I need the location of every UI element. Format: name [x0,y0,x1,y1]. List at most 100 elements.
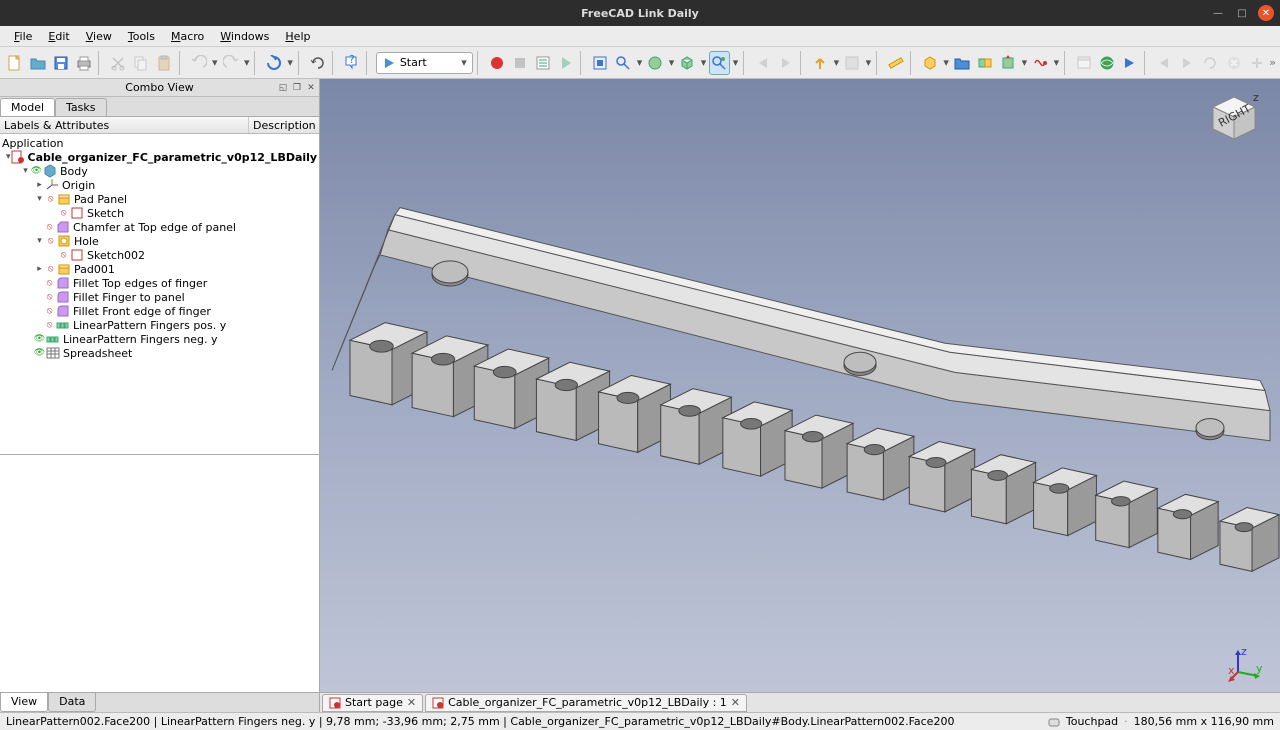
drawstyle-dropdown[interactable]: ▾ [668,56,675,69]
measure-button[interactable] [885,51,906,75]
tab-model[interactable]: Model [0,98,55,116]
linksel-dropdown[interactable]: ▾ [865,56,872,69]
panel-float-button[interactable]: ◱ [277,82,289,94]
group-button[interactable] [952,51,973,75]
link-select-button[interactable] [842,51,863,75]
toolbar-overflow[interactable]: » [1269,56,1276,69]
minimize-button[interactable]: — [1210,5,1226,21]
macro-stop-button[interactable] [509,51,530,75]
nav-prev-button[interactable] [1154,51,1175,75]
tree-body[interactable]: ▾ 👁 Body [0,164,319,178]
visibility-icon[interactable]: 👁 [34,348,45,359]
visibility-icon[interactable]: ⦸ [45,194,56,205]
tree-fillet-front[interactable]: ⦸ Fillet Front edge of finger [0,304,319,318]
menu-view[interactable]: View [78,28,120,45]
expand-toggle[interactable]: ▸ [34,180,45,190]
part-button[interactable] [920,51,941,75]
tree-header-labels[interactable]: Labels & Attributes [0,117,249,133]
view-iso-button[interactable] [709,51,730,75]
menu-windows[interactable]: Windows [212,28,277,45]
tab-data[interactable]: Data [48,693,96,712]
varset-dropdown[interactable]: ▾ [1053,56,1060,69]
tree-sketch002[interactable]: ⦸ Sketch002 [0,248,319,262]
draw-style-button[interactable] [645,51,666,75]
recompute-button[interactable] [307,51,328,75]
fit-dropdown[interactable]: ▾ [636,56,643,69]
menu-edit[interactable]: Edit [40,28,77,45]
macro-record-button[interactable] [486,51,507,75]
undo-button[interactable] [188,51,209,75]
visibility-icon[interactable]: 👁 [34,334,45,345]
view-dropdown[interactable]: ▾ [732,56,739,69]
bounding-box-button[interactable] [677,51,698,75]
tree-hole[interactable]: ▾ ⦸ Hole [0,234,319,248]
expand-toggle[interactable]: ▸ [34,264,45,274]
visibility-icon[interactable]: ⦸ [44,222,55,233]
tree-origin[interactable]: ▸ Origin [0,178,319,192]
tree-linearpattern-neg[interactable]: 👁 LinearPattern Fingers neg. y [0,332,319,346]
tree-fillet-finger-panel[interactable]: ⦸ Fillet Finger to panel [0,290,319,304]
tree-document[interactable]: ▾ Cable_organizer_FC_parametric_v0p12_LB… [0,150,319,164]
whatsthis-button[interactable]: ? [341,51,362,75]
visibility-icon[interactable]: 👁 [31,166,42,177]
menu-file[interactable]: File [6,28,40,45]
tree-chamfer[interactable]: ⦸ Chamfer at Top edge of panel [0,220,319,234]
refresh-dropdown[interactable]: ▾ [287,56,294,69]
open-file-button[interactable] [27,51,48,75]
tree-pad001[interactable]: ▸ ⦸ Pad001 [0,262,319,276]
expand-toggle[interactable]: ▾ [34,236,45,246]
nav-back-button[interactable] [752,51,773,75]
doc-tab-start[interactable]: Start page ✕ [322,694,423,712]
tab-tasks[interactable]: Tasks [55,98,106,116]
model-tree[interactable]: Application ▾ Cable_organizer_FC_paramet… [0,134,319,454]
close-tab-button[interactable]: ✕ [731,696,740,709]
web-forward-button[interactable] [1119,51,1140,75]
fit-all-button[interactable] [590,51,611,75]
tree-sketch[interactable]: ⦸ Sketch [0,206,319,220]
paste-button[interactable] [154,51,175,75]
macro-run-button[interactable] [555,51,576,75]
bbox-dropdown[interactable]: ▾ [700,56,707,69]
nav-style-label[interactable]: Touchpad [1066,715,1118,728]
save-file-button[interactable] [50,51,71,75]
close-tab-button[interactable]: ✕ [407,696,416,709]
maximize-button[interactable]: □ [1234,5,1250,21]
tab-view[interactable]: View [0,693,48,712]
web-home-button[interactable] [1096,51,1117,75]
nav-stop-button[interactable] [1223,51,1244,75]
menu-help[interactable]: Help [277,28,318,45]
visibility-icon[interactable]: ⦸ [45,236,56,247]
linkact-dropdown[interactable]: ▾ [1021,56,1028,69]
nav-forward-button[interactable] [775,51,796,75]
tree-linearpattern-pos[interactable]: ⦸ LinearPattern Fingers pos. y [0,318,319,332]
link-make-button[interactable] [975,51,996,75]
tree-root[interactable]: Application [0,136,319,150]
workbench-selector[interactable]: Start ▾ [376,52,473,74]
zoom-in-button[interactable] [1246,51,1267,75]
panel-pop-button[interactable]: ❐ [291,82,303,94]
property-panel[interactable] [0,454,319,692]
navigation-cube[interactable]: z RIGHT [1207,91,1262,146]
visibility-icon[interactable]: ⦸ [44,306,55,317]
tree-pad-panel[interactable]: ▾ ⦸ Pad Panel [0,192,319,206]
expand-toggle[interactable]: ▾ [34,194,45,204]
menu-tools[interactable]: Tools [120,28,163,45]
linkup-dropdown[interactable]: ▾ [833,56,840,69]
macro-list-button[interactable] [532,51,553,75]
nav-next-button[interactable] [1177,51,1198,75]
redo-button[interactable] [220,51,241,75]
doc-tab-document[interactable]: Cable_organizer_FC_parametric_v0p12_LBDa… [425,694,747,712]
web-back-button[interactable] [1073,51,1094,75]
visibility-icon[interactable]: ⦸ [44,320,55,331]
visibility-icon[interactable]: ⦸ [44,292,55,303]
visibility-icon[interactable]: ⦸ [58,208,69,219]
part-dropdown[interactable]: ▾ [943,56,950,69]
close-button[interactable]: ✕ [1258,5,1274,21]
nav-refresh-button[interactable] [1200,51,1221,75]
expand-toggle[interactable]: ▾ [20,166,31,176]
tree-spreadsheet[interactable]: 👁 Spreadsheet [0,346,319,360]
undo-dropdown[interactable]: ▾ [211,56,218,69]
print-button[interactable] [73,51,94,75]
varset-button[interactable] [1030,51,1051,75]
link-actions-button[interactable] [998,51,1019,75]
